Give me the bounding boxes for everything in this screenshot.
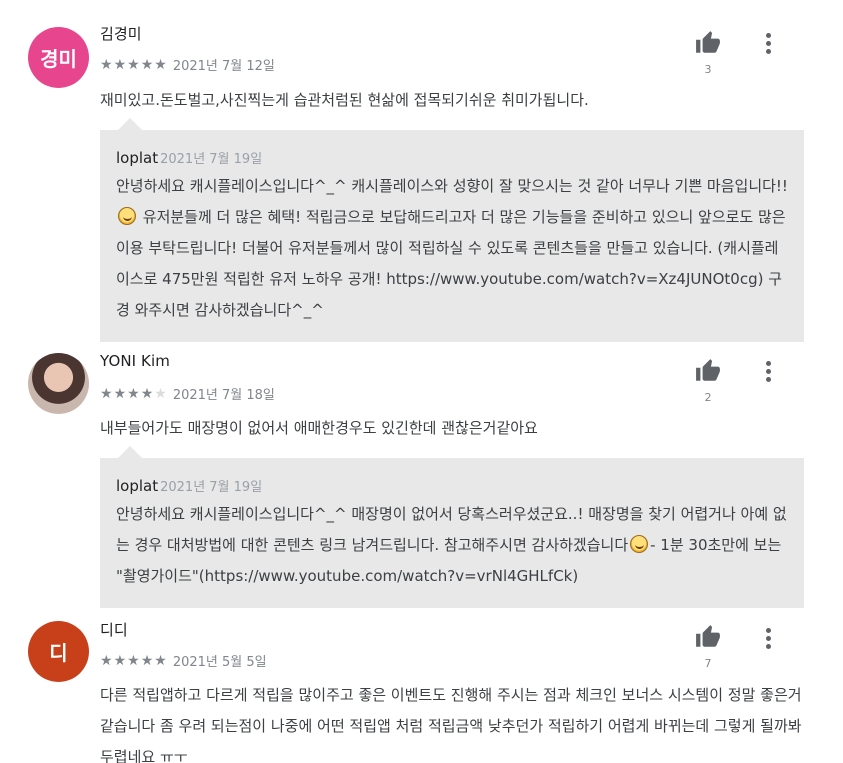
star-icon: ★ [113, 652, 127, 669]
helpful-count: 3 [704, 63, 712, 76]
reply-date: 2021년 7월 19일 [160, 152, 263, 167]
reply-header: loplat 2021년 7월 19일 [116, 148, 788, 167]
star-icon: ★ [140, 652, 154, 669]
review-text: 다른 적립앱하고 다르게 적립을 많이주고 좋은 이벤트도 진행해 주시는 점과… [100, 686, 802, 763]
review-text: 내부들어가도 매장명이 없어서 애매한경우도 있긴한데 괜찮은거같아요 [100, 419, 538, 437]
star-icon: ★ [127, 56, 140, 73]
review-meta: ★ ★ ★ ★ ★ 2021년 7월 18일 [100, 384, 275, 404]
star-icon: ★ [100, 385, 113, 402]
star-icon: ★ [154, 652, 167, 669]
more-options-button[interactable] [756, 623, 780, 653]
star-icon: ★ [100, 56, 113, 73]
star-icon: ★ [113, 56, 127, 73]
star-icon: ★ [113, 385, 127, 402]
review-date: 2021년 7월 18일 [172, 388, 275, 403]
star-rating: ★ ★ ★ ★ ★ [100, 654, 167, 668]
review-meta: ★ ★ ★ ★ ★ 2021년 5월 5일 [100, 651, 267, 671]
thumbs-up-icon [696, 359, 720, 381]
reviewer-name: 김경미 [100, 25, 142, 43]
star-rating: ★ ★ ★ ★ ★ [100, 387, 167, 401]
review-meta: ★ ★ ★ ★ ★ 2021년 7월 12일 [100, 55, 275, 75]
avatar[interactable]: 경미 [28, 27, 89, 88]
smile-emoji-icon [630, 535, 649, 553]
more-options-button[interactable] [756, 356, 780, 386]
smile-emoji-icon [118, 207, 136, 225]
helpful-count: 7 [704, 657, 712, 670]
reply-text: 안녕하세요 캐시플레이스입니다^_^ 매장명이 없어서 당혹스러우셨군요..! … [116, 499, 788, 592]
reply-text: 안녕하세요 캐시플레이스입니다^_^ 캐시플레이스와 성향이 잘 맞으시는 것 … [116, 171, 788, 326]
reply-date: 2021년 7월 19일 [160, 480, 263, 495]
reply-header: loplat 2021년 7월 19일 [116, 476, 788, 495]
star-icon: ★ [100, 652, 113, 669]
thumbs-up-icon [696, 625, 720, 647]
helpful-count: 2 [704, 391, 712, 404]
more-options-button[interactable] [756, 28, 780, 58]
star-icon: ★ [154, 56, 167, 73]
helpful-button[interactable] [690, 27, 726, 59]
avatar[interactable] [28, 353, 89, 414]
star-rating: ★ ★ ★ ★ ★ [100, 58, 167, 72]
reply-text-part: 유저분들께 더 많은 혜택! 적립금으로 보답해드리고자 더 많은 기능들을 준… [116, 208, 786, 319]
reply-author: loplat [116, 477, 159, 495]
more-vert-icon [765, 32, 771, 38]
star-icon: ★ [127, 385, 140, 402]
developer-reply: loplat 2021년 7월 19일 안녕하세요 캐시플레이스입니다^_^ 매장… [100, 446, 804, 608]
review-date: 2021년 7월 12일 [172, 59, 275, 74]
reply-text-part: 안녕하세요 캐시플레이스입니다^_^ 캐시플레이스와 성향이 잘 맞으시는 것 … [116, 177, 788, 195]
helpful-button[interactable] [690, 621, 726, 653]
star-icon: ★ [127, 652, 140, 669]
helpful-button[interactable] [690, 355, 726, 387]
reply-author: loplat [116, 149, 159, 167]
review-text: 재미있고.돈도벌고,사진찍는게 습관처럼된 현삶에 접목되기쉬운 취미가됩니다. [100, 91, 589, 109]
developer-reply: loplat 2021년 7월 19일 안녕하세요 캐시플레이스입니다^_^ 캐시… [100, 118, 804, 342]
reviewer-name: YONI Kim [100, 352, 170, 370]
star-icon: ★ [140, 385, 154, 402]
more-vert-icon [765, 360, 771, 366]
thumbs-up-icon [696, 31, 720, 53]
review-date: 2021년 5월 5일 [172, 655, 267, 670]
reviewer-name: 디디 [100, 621, 128, 639]
star-icon: ★ [154, 385, 167, 402]
star-icon: ★ [140, 56, 154, 73]
more-vert-icon [765, 627, 771, 633]
avatar[interactable]: 디 [28, 621, 89, 682]
